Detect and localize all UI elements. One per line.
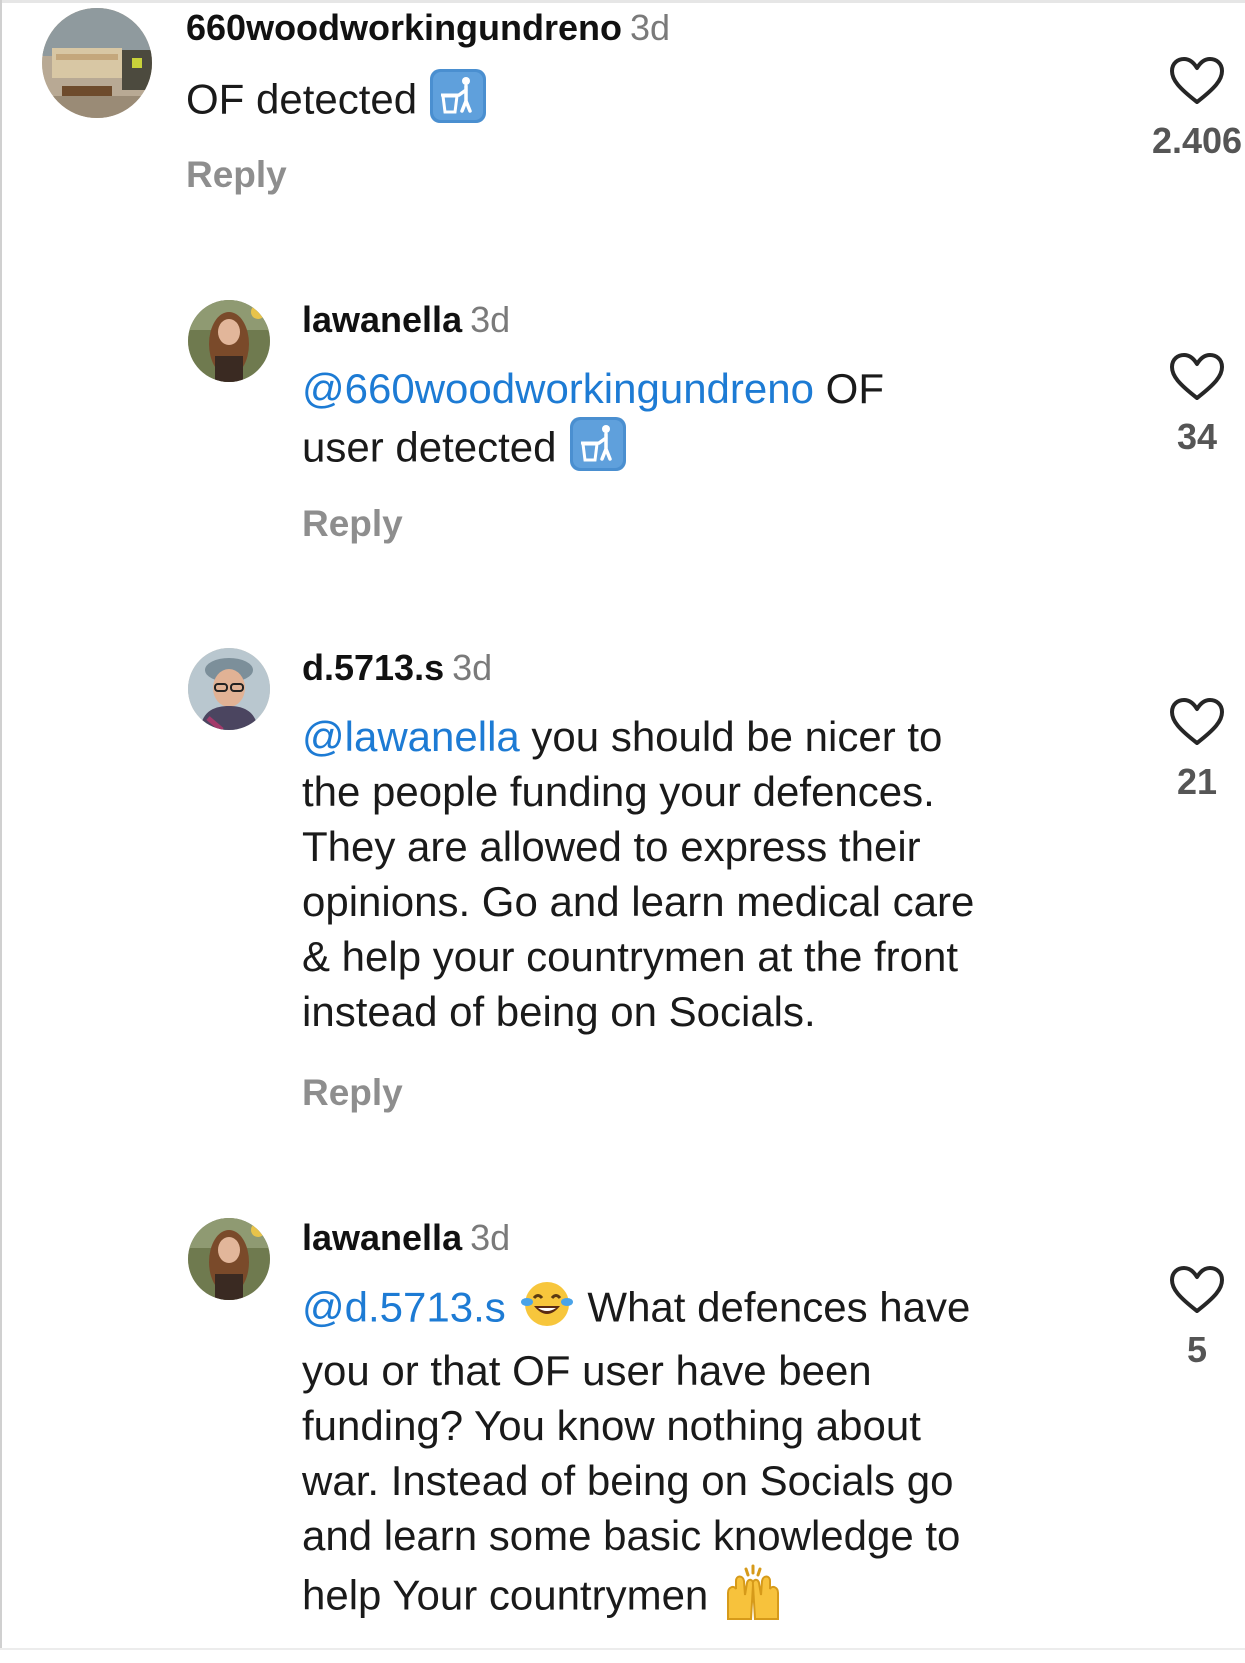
like-count: 34 (1176, 416, 1218, 457)
comment-text: @lawanella you should be nicer to the pe… (302, 709, 1102, 1039)
comment-line: They are allowed to express their (302, 823, 921, 870)
raising-hands-icon (720, 1563, 786, 1634)
like-count: 5 (1186, 1329, 1208, 1370)
avatar[interactable] (42, 8, 152, 118)
like-control: 5 (1137, 1265, 1245, 1371)
heart-icon[interactable] (1169, 697, 1225, 747)
reply-button[interactable]: Reply (302, 502, 403, 546)
heart-icon[interactable] (1169, 1265, 1225, 1315)
avatar[interactable] (188, 648, 270, 730)
timestamp: 3d (470, 1217, 511, 1258)
like-control: 34 (1137, 352, 1245, 458)
avatar-image (188, 1218, 270, 1300)
comment-line: war. Instead of being on Socials go (302, 1457, 954, 1504)
comment-text: @d.5713.s What defences have you or that… (302, 1278, 1102, 1634)
face-with-tears-of-joy-icon (520, 1278, 574, 1343)
comment-body: What defences have (575, 1283, 971, 1331)
litter-in-bin-icon (569, 416, 627, 485)
comment-body: you should be nicer to (519, 713, 943, 760)
comment-body: user detected (302, 423, 557, 471)
avatar[interactable] (188, 1218, 270, 1300)
comment-meta: 660woodworkingundreno 3d (186, 6, 670, 50)
avatar-image (188, 300, 270, 382)
comment-line: you or that OF user have been (302, 1347, 872, 1394)
comment-line: funding? You know nothing about (302, 1402, 921, 1449)
litter-in-bin-icon (429, 68, 487, 137)
username[interactable]: 660woodworkingundreno (186, 7, 622, 48)
heart-icon[interactable] (1169, 56, 1225, 106)
heart-icon[interactable] (1169, 352, 1225, 402)
username[interactable]: d.5713.s (302, 647, 444, 688)
like-count: 21 (1176, 761, 1218, 802)
left-border (0, 0, 2, 1663)
comment-line: @d.5713.s What defences have (302, 1278, 1102, 1343)
timestamp: 3d (470, 299, 511, 340)
reply-button[interactable]: Reply (186, 153, 287, 197)
mention-link[interactable]: @660woodworkingundreno (302, 365, 814, 412)
comment-body: OF detected (186, 75, 418, 123)
comment-line: help Your countrymen (302, 1563, 1102, 1634)
top-border (0, 0, 1245, 3)
avatar[interactable] (188, 300, 270, 382)
comment-meta: lawanella 3d (302, 298, 510, 342)
comment-line: the people funding your defences. (302, 768, 935, 815)
avatar-image (188, 648, 270, 730)
comment-body: OF (813, 365, 884, 412)
comment-line: and learn some basic knowledge to (302, 1512, 961, 1559)
timestamp: 3d (452, 647, 493, 688)
reply-button[interactable]: Reply (302, 1071, 403, 1115)
comment-line: @660woodworkingundreno OF (302, 361, 1102, 416)
comment-line: instead of being on Socials. (302, 988, 816, 1035)
timestamp: 3d (630, 7, 671, 48)
comment-line: opinions. Go and learn medical care (302, 878, 975, 925)
comment-meta: d.5713.s 3d (302, 646, 492, 690)
like-control: 2.406 (1137, 56, 1245, 162)
avatar-image (42, 8, 152, 118)
bottom-divider (0, 1648, 1245, 1663)
comment-body: help Your countrymen (302, 1571, 709, 1619)
comment-line: @lawanella you should be nicer to (302, 709, 1102, 764)
like-control: 21 (1137, 697, 1245, 803)
username[interactable]: lawanella (302, 1217, 462, 1258)
comment-text: OF detected (186, 68, 986, 137)
comments-thread: 660woodworkingundreno 3d OF detected Repl… (0, 0, 1245, 1663)
like-count: 2.406 (1151, 120, 1243, 161)
comment-text: @660woodworkingundreno OF user detected (302, 361, 1102, 485)
comment-line: user detected (302, 416, 1102, 485)
comment-meta: lawanella 3d (302, 1216, 510, 1260)
mention-link[interactable]: @d.5713.s (302, 1284, 506, 1331)
comment-line: & help your countrymen at the front (302, 933, 959, 980)
username[interactable]: lawanella (302, 299, 462, 340)
mention-link[interactable]: @lawanella (302, 713, 520, 760)
